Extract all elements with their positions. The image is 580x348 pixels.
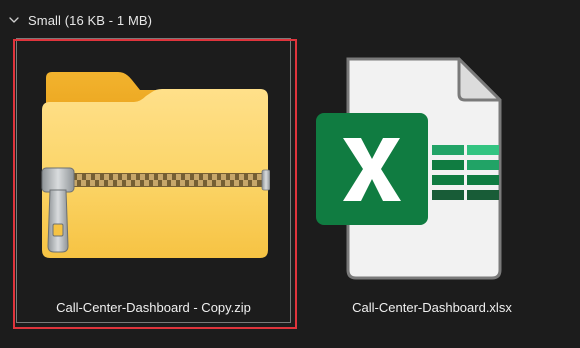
excel-file-icon [314,56,504,286]
zip-folder-icon [40,70,271,265]
file-name-label: Call-Center-Dashboard - Copy.zip [56,300,251,315]
file-explorer-view: Small (16 KB - 1 MB) Call-Center-Dashboa… [0,0,580,348]
group-label: Small (16 KB - 1 MB) [28,12,153,28]
file-tile-zip[interactable]: Call-Center-Dashboard - Copy.zip [13,38,297,329]
file-tile-xlsx[interactable]: Call-Center-Dashboard.xlsx [306,38,558,323]
file-name-label: Call-Center-Dashboard.xlsx [352,300,512,315]
group-header-small[interactable]: Small (16 KB - 1 MB) [8,10,152,30]
chevron-down-icon[interactable] [8,14,20,26]
